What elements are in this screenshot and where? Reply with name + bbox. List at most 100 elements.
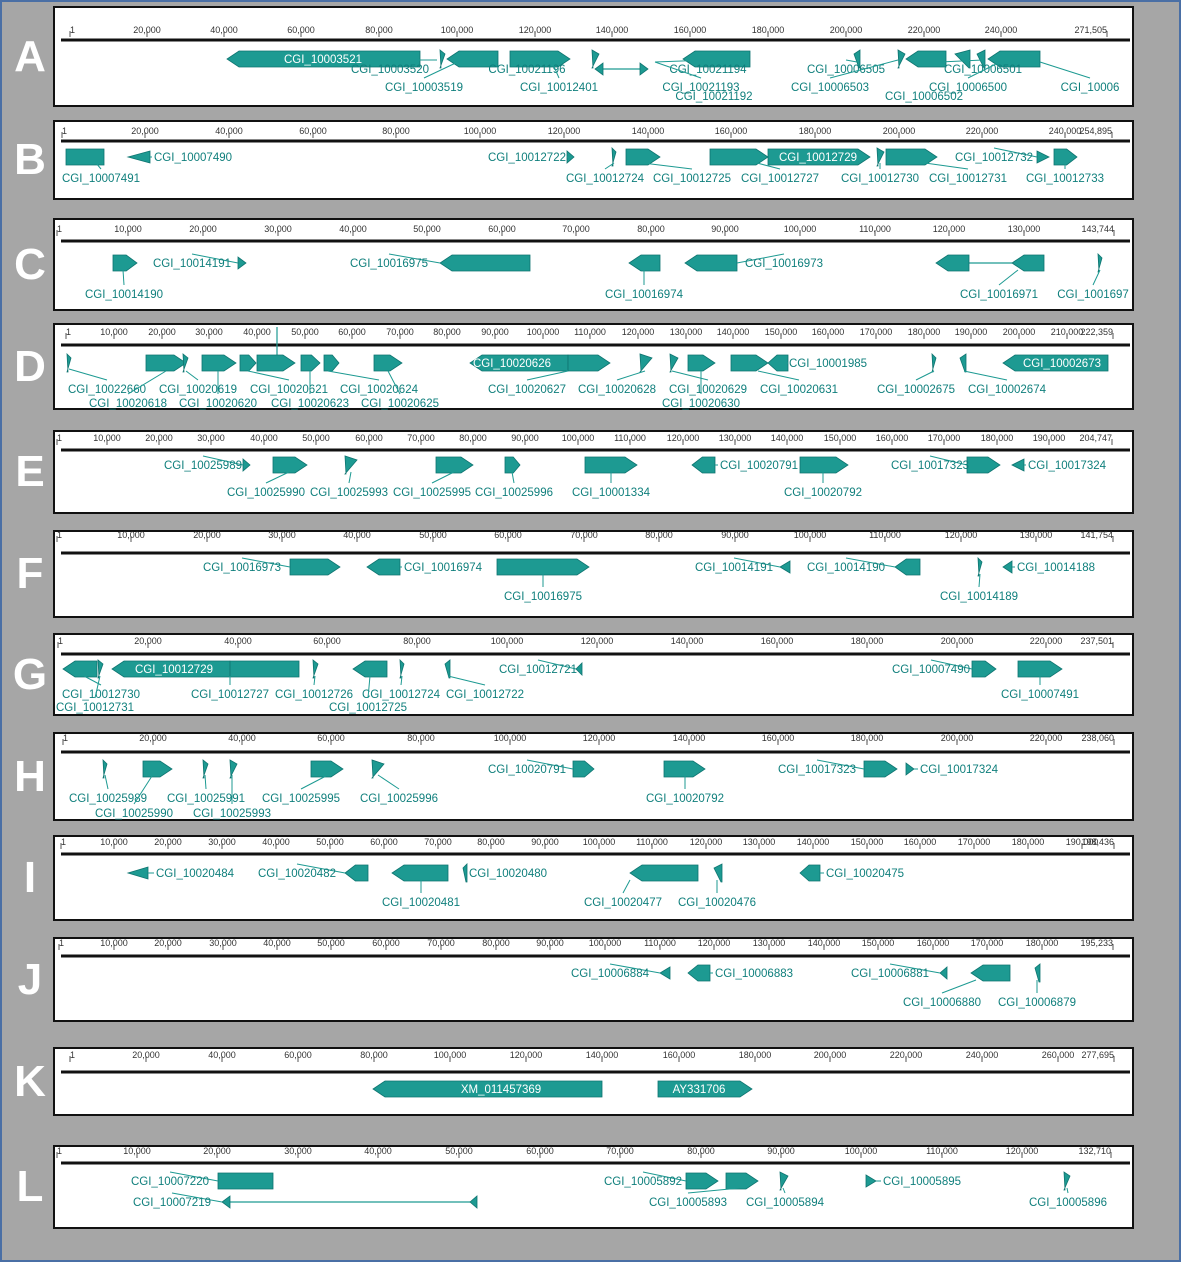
tick-label: 40,000 — [364, 1146, 392, 1156]
tick-label: 100,000 — [527, 327, 560, 337]
tick-label: 30,000 — [264, 224, 292, 234]
tick-label: 100,000 — [845, 1146, 878, 1156]
label-leader — [511, 471, 515, 484]
gene-label: CGI_10006883 — [715, 968, 793, 980]
label-leader — [845, 59, 858, 63]
lane-g-tracks: 1 20,000 40,000 60,000 80,000 100,000 120,000 1… — [56, 636, 1130, 714]
gene-label: CGI_10007220 — [131, 1176, 209, 1188]
gene-label: CGI_10021192 — [675, 91, 752, 103]
gene-feature — [145, 354, 187, 372]
gene-label: CGI_10006880 — [903, 997, 981, 1009]
gene-feature — [625, 148, 661, 166]
gene-feature — [572, 760, 595, 778]
tick-label: 271,505 — [1074, 25, 1107, 35]
gene-label: CGI_10020630 — [662, 398, 740, 410]
tick-label: 120,000 — [581, 636, 614, 646]
gene-label: CGI_10020481 — [382, 897, 460, 909]
tick-label: 110,000 — [614, 433, 646, 443]
tick-label: 240,000 — [1049, 126, 1082, 136]
label-leader — [642, 162, 693, 170]
gene-feature — [939, 966, 948, 980]
tick-label: 100,000 — [583, 837, 616, 847]
gene-feature — [272, 456, 308, 474]
lane-letter-e: E — [15, 447, 45, 496]
gene-label: CGI_10012724 — [362, 689, 441, 701]
gene-label: CGI_10014191 — [153, 258, 231, 270]
gene-label: CGI_10005895 — [883, 1176, 961, 1188]
tick-label: 180,000 — [1026, 938, 1059, 948]
gene-label: CGI_10003520 — [351, 64, 429, 76]
tick-label: 110,000 — [869, 530, 901, 540]
gene-feature — [659, 966, 671, 980]
tick-label: 70,000 — [424, 837, 452, 847]
gene-label: CGI_10017323 — [891, 460, 969, 472]
tick-label: 237,501 — [1080, 636, 1113, 646]
tick-label: 240,000 — [966, 1050, 999, 1060]
tick-label: 100,000 — [784, 224, 817, 234]
gene-feature — [344, 455, 358, 475]
tick-label: 1 — [59, 938, 64, 948]
tick-label: 40,000 — [339, 224, 367, 234]
gene-feature — [713, 863, 723, 883]
label-leader — [247, 370, 290, 381]
tick-label: 1 — [70, 25, 75, 35]
gene-label: CGI_10025996 — [360, 793, 438, 805]
lane-b-tracks: 1 20,000 40,000 60,000 80,000 100,000 120,000 1… — [61, 126, 1130, 185]
gene-label: CGI_10025993 — [193, 808, 271, 820]
gene-feature — [709, 148, 769, 166]
gene-feature — [237, 256, 247, 270]
tick-label: 60,000 — [526, 1146, 554, 1156]
tick-label: 1 — [57, 1146, 62, 1156]
gene-feature — [591, 49, 600, 69]
tick-label: 200,000 — [814, 1050, 847, 1060]
label-leader — [526, 370, 569, 381]
gene-label: CGI_10007490 — [892, 664, 970, 676]
label-leader — [757, 370, 800, 381]
gene-feature — [126, 866, 149, 880]
tick-label: 40,000 — [243, 327, 271, 337]
gene-feature — [687, 354, 716, 372]
tick-label: 20,000 — [193, 530, 221, 540]
label-leader — [447, 675, 486, 686]
lane-letter-j: J — [17, 954, 43, 1004]
gene-label: CGI_10017323 — [778, 764, 856, 776]
gene-feature — [312, 659, 319, 679]
tick-label: 110,000 — [636, 837, 668, 847]
gene-feature — [971, 660, 997, 678]
gene-feature — [373, 354, 403, 372]
label-leader — [122, 269, 125, 286]
label-leader — [1066, 1187, 1069, 1194]
tick-label: 220,000 — [908, 25, 941, 35]
tick-label: 120,000 — [1006, 1146, 1039, 1156]
label-leader — [185, 370, 199, 381]
gene-feature — [444, 659, 451, 679]
tick-label: 1 — [57, 530, 62, 540]
gene-feature — [966, 456, 1001, 474]
tick-label: 20,000 — [145, 433, 173, 443]
tick-label: 50,000 — [302, 433, 330, 443]
tick-label: 1 — [63, 733, 68, 743]
gene-label: CGI_10016975 — [504, 591, 582, 603]
tick-label: 80,000 — [403, 636, 431, 646]
tick-label: 130,000 — [719, 433, 752, 443]
gene-label: CGI_10016974 — [404, 562, 483, 574]
tick-label: 140,000 — [673, 733, 706, 743]
lane-h-tracks: 1 20,000 40,000 60,000 80,000 100,000 120,000 1… — [61, 733, 1130, 820]
tick-label: 20,000 — [132, 1050, 160, 1060]
gene-label: CGI_10025989 — [164, 460, 242, 472]
gene-label: CGI_10005894 — [746, 1197, 825, 1209]
gene-feature — [663, 760, 706, 778]
gene-label: CGI_10020619 — [159, 384, 237, 396]
tick-label: 100,000 — [794, 530, 827, 540]
tick-label: 190,000 — [955, 327, 988, 337]
tick-label: 120,000 — [622, 327, 655, 337]
tick-label: 90,000 — [536, 938, 564, 948]
gene-feature — [594, 62, 604, 76]
tick-label: 160,000 — [715, 126, 748, 136]
gene-label: CGI_10006879 — [998, 997, 1076, 1009]
gene-feature — [462, 863, 468, 883]
gene-label: CGI_10012727 — [741, 173, 819, 185]
tick-label: 100,000 — [589, 938, 622, 948]
tick-label: 40,000 — [263, 938, 291, 948]
lane-letter-b: B — [14, 135, 46, 184]
